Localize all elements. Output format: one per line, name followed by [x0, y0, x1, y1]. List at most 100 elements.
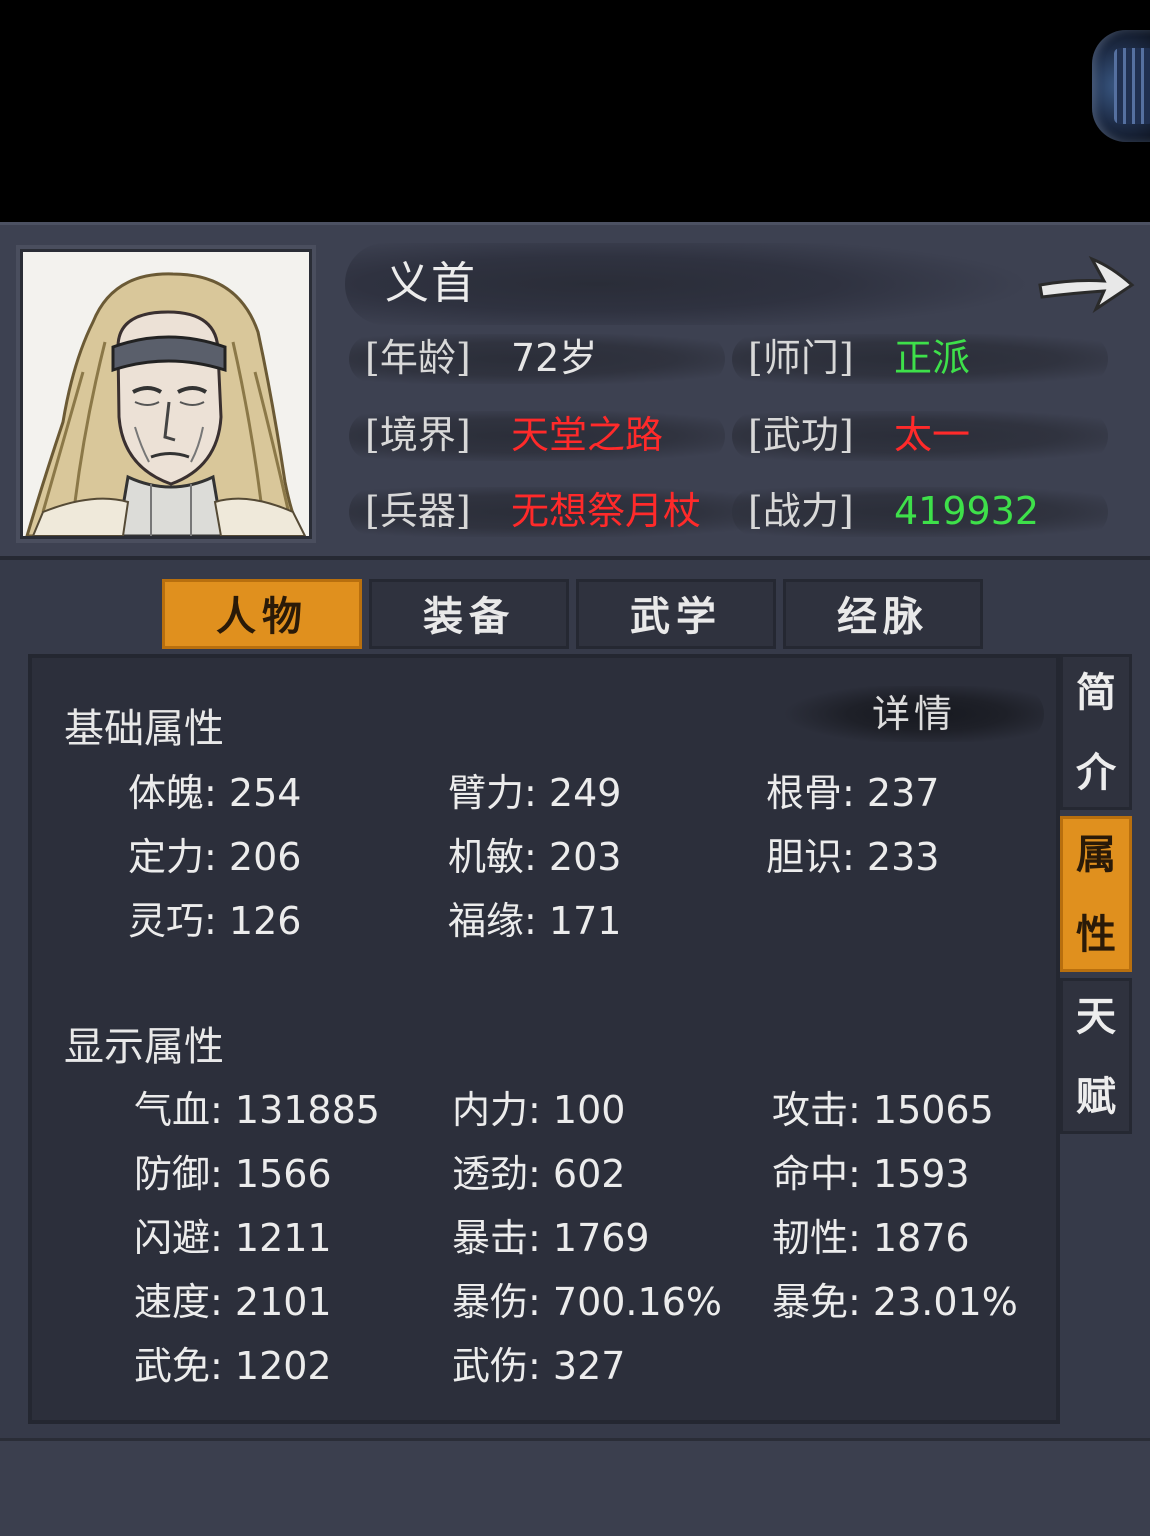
stat-separator: :: [842, 771, 867, 815]
stat-separator: :: [528, 1088, 553, 1132]
stat-separator: :: [528, 1216, 553, 1260]
stat-label: 体魄: [128, 771, 205, 815]
details-button-label: 详情: [871, 692, 956, 736]
info-realm-label: [境界]: [365, 413, 471, 457]
stat-separator: :: [524, 899, 549, 943]
attributes-content: 基础属性 详情 体魄: 254 臂力: 249 根骨: 237 定力: 206 机敏: …: [28, 654, 1060, 1424]
tab-character[interactable]: 人物: [162, 579, 362, 649]
basic-stat: 体魄: 254: [128, 768, 301, 818]
stat-value: 233: [866, 835, 940, 879]
basic-stat: 机敏: 203: [448, 832, 621, 882]
stat-value: 1566: [234, 1152, 332, 1196]
character-panel: 义首 [年龄] 72岁 [师门] 正派 [境界] 天堂之路 [武功] 太一 [兵…: [0, 222, 1150, 1536]
details-button[interactable]: 详情: [784, 686, 1044, 742]
stat-label: 暴伤: [452, 1280, 529, 1324]
stat-value: 126: [228, 899, 302, 943]
stat-label: 透劲: [452, 1152, 529, 1196]
stat-label: 机敏: [448, 835, 525, 879]
stat-separator: :: [204, 899, 229, 943]
stat-separator: :: [528, 1280, 553, 1324]
basic-stat: 定力: 206: [128, 832, 301, 882]
display-stat: 韧性: 1876: [772, 1213, 970, 1263]
main-tabs: 人物 装备 武学 经脉: [162, 579, 992, 649]
character-name: 义首: [385, 258, 477, 309]
stat-value: 254: [228, 771, 302, 815]
info-power-value: 419932: [894, 489, 1040, 533]
info-weapon-value: 无想祭月杖: [511, 489, 702, 533]
stat-label: 闪避: [134, 1216, 211, 1260]
info-age-label: [年龄]: [365, 336, 471, 380]
display-stat: 暴伤: 700.16%: [452, 1277, 722, 1327]
stat-separator: :: [528, 1152, 553, 1196]
stat-value: 1593: [872, 1152, 970, 1196]
tab-martial-arts[interactable]: 武学: [576, 579, 776, 649]
info-age-row: [年龄] 72岁: [349, 330, 725, 386]
tab-equipment[interactable]: 装备: [369, 579, 569, 649]
side-tab-attributes[interactable]: 属 性: [1060, 816, 1132, 972]
stat-label: 攻击: [772, 1088, 849, 1132]
stat-value: 249: [548, 771, 622, 815]
stat-label: 根骨: [766, 771, 843, 815]
stat-label: 灵巧: [128, 899, 205, 943]
side-tab-intro-char-2: 介: [1076, 749, 1116, 796]
info-martial-art-label: [武功]: [748, 413, 854, 457]
basic-stat: 灵巧: 126: [128, 896, 301, 946]
stat-label: 速度: [134, 1280, 211, 1324]
display-stat: 气血: 131885: [134, 1085, 380, 1135]
stat-value: 23.01%: [872, 1280, 1018, 1324]
stat-label: 胆识: [766, 835, 843, 879]
stat-separator: :: [210, 1216, 235, 1260]
stat-separator: :: [204, 771, 229, 815]
stat-label: 武伤: [452, 1344, 529, 1388]
stat-label: 内力: [452, 1088, 529, 1132]
side-tab-intro-char-1: 简: [1076, 669, 1116, 716]
stat-separator: :: [524, 771, 549, 815]
stat-label: 定力: [128, 835, 205, 879]
display-stat: 武免: 1202: [134, 1341, 332, 1391]
stat-value: 327: [552, 1344, 626, 1388]
portrait-image: [23, 252, 309, 536]
stat-label: 武免: [134, 1344, 211, 1388]
stat-value: 100: [552, 1088, 626, 1132]
side-tab-attributes-char-2: 性: [1076, 911, 1116, 958]
basic-stat: 福缘: 171: [448, 896, 621, 946]
stat-separator: :: [848, 1280, 873, 1324]
stat-value: 602: [552, 1152, 626, 1196]
stat-separator: :: [210, 1152, 235, 1196]
display-stat: 速度: 2101: [134, 1277, 332, 1327]
stat-separator: :: [848, 1152, 873, 1196]
stat-label: 福缘: [448, 899, 525, 943]
side-tab-talents-char-1: 天: [1076, 993, 1116, 1040]
display-stat: 内力: 100: [452, 1085, 625, 1135]
stat-value: 206: [228, 835, 302, 879]
tab-meridians[interactable]: 经脉: [783, 579, 983, 649]
display-stat: 武伤: 327: [452, 1341, 625, 1391]
stat-value: 1202: [234, 1344, 332, 1388]
next-character-arrow-icon[interactable]: [1034, 245, 1138, 317]
stat-label: 命中: [772, 1152, 849, 1196]
info-power-row: [战力] 419932: [732, 483, 1108, 539]
info-weapon-row: [兵器] 无想祭月杖: [349, 483, 755, 539]
side-tab-intro[interactable]: 简 介: [1060, 654, 1132, 810]
stat-label: 暴击: [452, 1216, 529, 1260]
info-sect-value: 正派: [894, 336, 971, 380]
side-tab-talents-char-2: 赋: [1076, 1073, 1116, 1120]
stat-separator: :: [204, 835, 229, 879]
info-age-value: 72岁: [511, 336, 598, 380]
stat-separator: :: [210, 1344, 235, 1388]
info-martial-art-row: [武功] 太一: [732, 407, 1108, 463]
basic-stat: 根骨: 237: [766, 768, 939, 818]
stat-value: 131885: [234, 1088, 380, 1132]
corner-book-icon[interactable]: [1092, 30, 1150, 142]
stat-label: 臂力: [448, 771, 525, 815]
stat-value: 1876: [872, 1216, 970, 1260]
stat-value: 171: [548, 899, 622, 943]
stat-separator: :: [528, 1344, 553, 1388]
character-portrait: [20, 249, 312, 539]
basic-stat: 臂力: 249: [448, 768, 621, 818]
info-realm-value: 天堂之路: [511, 413, 664, 457]
side-tab-talents[interactable]: 天 赋: [1060, 978, 1132, 1134]
stat-separator: :: [210, 1280, 235, 1324]
stat-separator: :: [210, 1088, 235, 1132]
display-stat: 防御: 1566: [134, 1149, 332, 1199]
